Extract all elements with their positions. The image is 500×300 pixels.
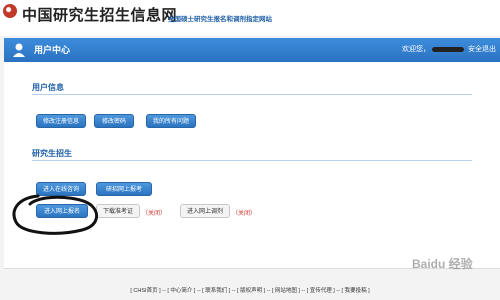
- site-header: 中国研究生招生信息网 全国硕士研究生报名和调剂指定网站: [0, 0, 500, 36]
- site-title[interactable]: 中国研究生招生信息网: [22, 4, 177, 25]
- username-redacted: [432, 47, 464, 52]
- user-info-heading: 用户信息: [32, 83, 64, 92]
- welcome-text: 欢迎您，: [402, 46, 430, 53]
- baidu-watermark: Baidu 经验: [412, 257, 473, 271]
- logout-link[interactable]: 安全退出: [468, 44, 496, 54]
- section-divider: [32, 160, 472, 161]
- change-password-button[interactable]: 修改密码: [94, 114, 134, 128]
- footer-links[interactable]: [ CHSI首页 ] -- [ 中心简介 ] -- [ 联系我们 ] -- [ …: [0, 286, 500, 294]
- download-ticket-button[interactable]: 下载准考证: [96, 204, 140, 218]
- section-divider: [32, 94, 472, 95]
- my-questions-button[interactable]: 我的所有问题: [146, 114, 196, 128]
- page-title: 用户中心: [34, 45, 71, 55]
- grad-admission-heading: 研究生招生: [32, 149, 72, 158]
- user-center-bar: 用户中心 欢迎您， 安全退出: [4, 38, 500, 62]
- user-icon: [13, 43, 25, 57]
- chsi-logo-icon: [3, 4, 17, 18]
- edit-profile-button[interactable]: 修改注册信息: [36, 114, 86, 128]
- online-registration-button[interactable]: 研招网上报考: [96, 182, 152, 196]
- annotation-circle: [12, 194, 99, 235]
- online-adjustment-button[interactable]: 进入网上调剂: [180, 204, 230, 218]
- site-subtitle: 全国硕士研究生报名和调剂指定网站: [168, 16, 272, 23]
- adjustment-closed-status: （关闭）: [232, 211, 257, 217]
- ticket-closed-status: （关闭）: [142, 211, 167, 217]
